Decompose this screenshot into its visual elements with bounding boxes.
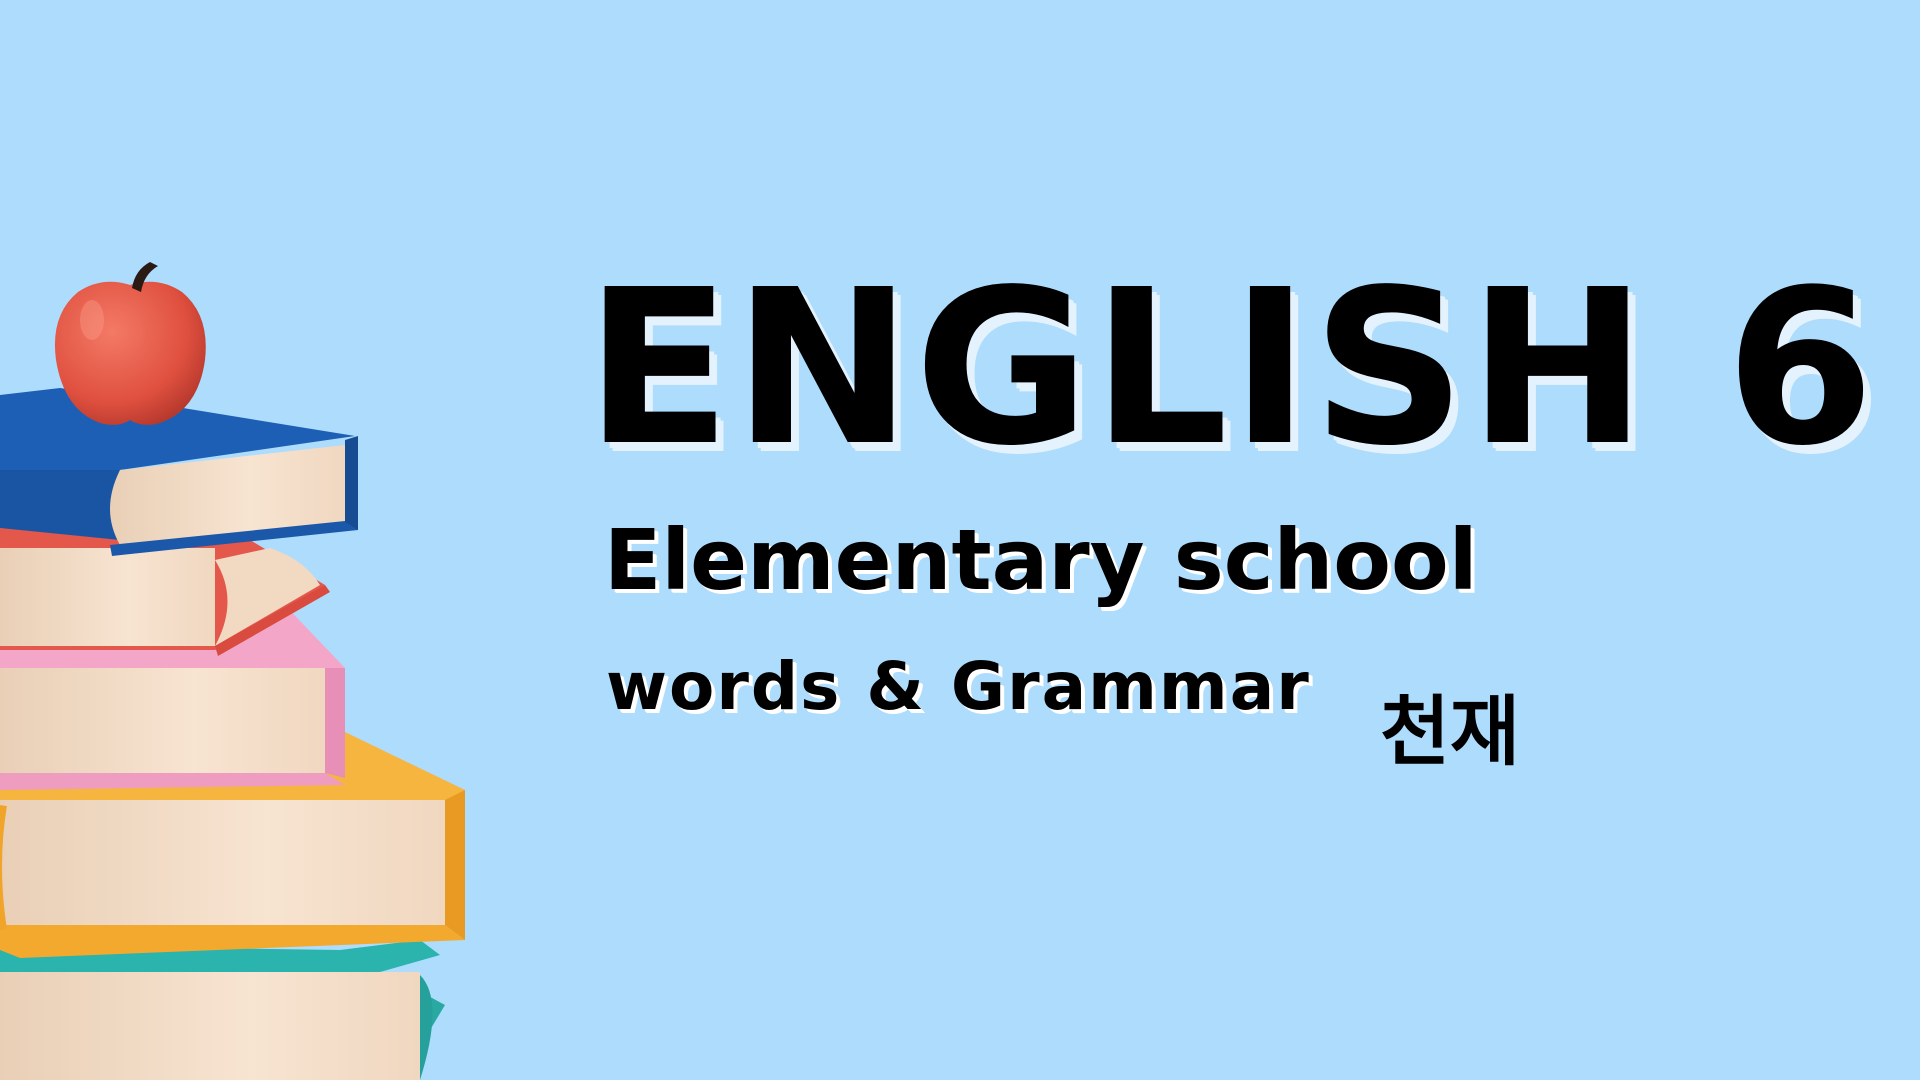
cover-title: ENGLISH 6 xyxy=(585,244,1877,493)
apple-icon xyxy=(54,262,206,425)
blue-book xyxy=(0,388,358,556)
publisher-label: 천재 xyxy=(1380,687,1520,776)
cover-tagline: words & Grammar xyxy=(606,648,1311,725)
teal-book xyxy=(0,940,445,1080)
stacked-books-with-apple-icon xyxy=(0,262,465,1080)
cover-subtitle: Elementary school xyxy=(604,511,1478,609)
